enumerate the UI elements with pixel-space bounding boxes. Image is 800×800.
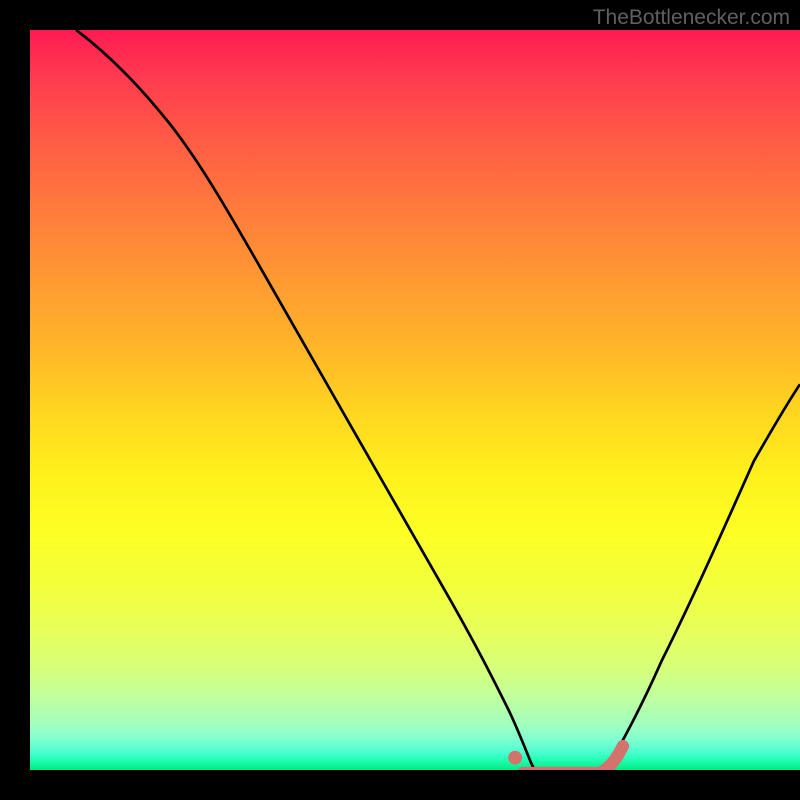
- bottleneck-curve-path: [76, 30, 800, 770]
- optimal-band-path: [523, 746, 623, 770]
- watermark-label: TheBottlenecker.com: [593, 6, 790, 30]
- chart-plot-area: [30, 30, 800, 770]
- optimal-band-start-dot: [508, 751, 522, 765]
- chart-svg: [30, 30, 800, 770]
